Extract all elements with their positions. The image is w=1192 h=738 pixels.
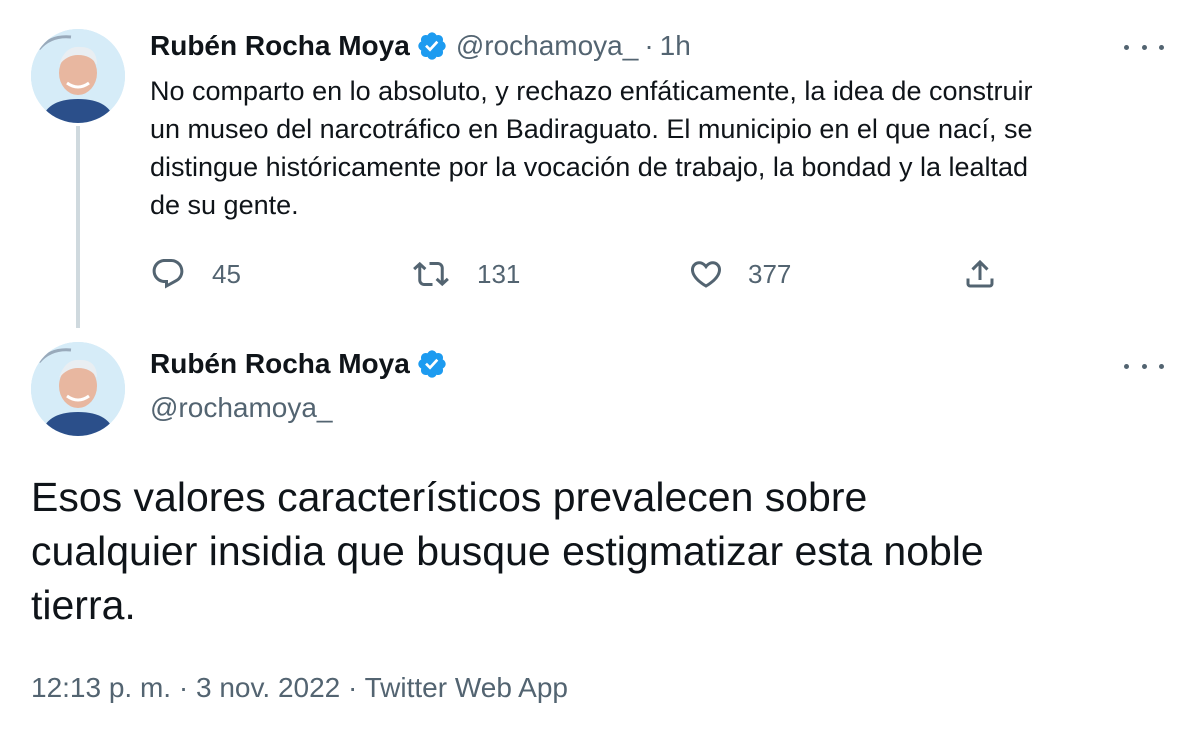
retweet-icon — [413, 261, 449, 287]
tweet-text-line: de su gente. — [150, 190, 299, 220]
tweet-text-line: tierra. — [31, 582, 136, 628]
author-name[interactable]: Rubén Rocha Moya — [150, 30, 410, 62]
separator-dot: · — [644, 30, 654, 61]
avatar-photo — [31, 29, 125, 123]
more-icon — [1124, 44, 1129, 50]
like-button[interactable]: 377 — [688, 256, 791, 292]
more-options-button[interactable] — [1124, 37, 1164, 57]
tweet-text-line: distingue históricamente por la vocación… — [150, 152, 1029, 182]
tweet-text-line: Esos valores característicos prevalecen … — [31, 474, 868, 520]
author-avatar[interactable] — [31, 342, 125, 436]
author-name[interactable]: Rubén Rocha Moya — [150, 348, 410, 380]
more-options-button[interactable] — [1124, 356, 1164, 376]
tweet-text-line: cualquier insidia que busque estigmatiza… — [31, 528, 984, 574]
tweet-timestamp-source[interactable]: 12:13 p. m. · 3 nov. 2022 · Twitter Web … — [31, 672, 568, 704]
author-handle[interactable]: @rochamoya_ — [456, 30, 639, 62]
tweet-text-line: No comparto en lo absoluto, y rechazo en… — [150, 76, 1033, 106]
verified-icon — [418, 32, 446, 60]
retweet-count: 131 — [477, 258, 521, 289]
tweet-text-line: un museo del narcotráfico en Badiraguato… — [150, 114, 1033, 144]
more-icon — [1124, 363, 1129, 369]
verified-icon — [418, 350, 446, 378]
author-avatar[interactable] — [31, 29, 125, 123]
tweet1-text: No comparto en lo absoluto, y rechazo en… — [150, 72, 1160, 224]
share-button[interactable] — [962, 256, 998, 292]
thread-connector-line — [76, 126, 80, 328]
reply-button[interactable]: 45 — [150, 256, 241, 292]
tweet2-text: Esos valores característicos prevalecen … — [31, 470, 1161, 632]
reply-count: 45 — [212, 258, 241, 289]
reply-icon — [152, 259, 184, 289]
like-icon — [690, 261, 722, 288]
tweet2-header: Rubén Rocha Moya — [150, 348, 448, 380]
author-handle[interactable]: @rochamoya_ — [150, 392, 333, 424]
tweet1-header: Rubén Rocha Moya @rochamoya_ · 1h — [150, 30, 691, 62]
share-icon — [966, 259, 994, 288]
tweet-time[interactable]: 1h — [660, 30, 691, 62]
avatar-photo — [31, 342, 125, 436]
like-count: 377 — [748, 258, 792, 289]
retweet-button[interactable]: 131 — [413, 256, 520, 292]
